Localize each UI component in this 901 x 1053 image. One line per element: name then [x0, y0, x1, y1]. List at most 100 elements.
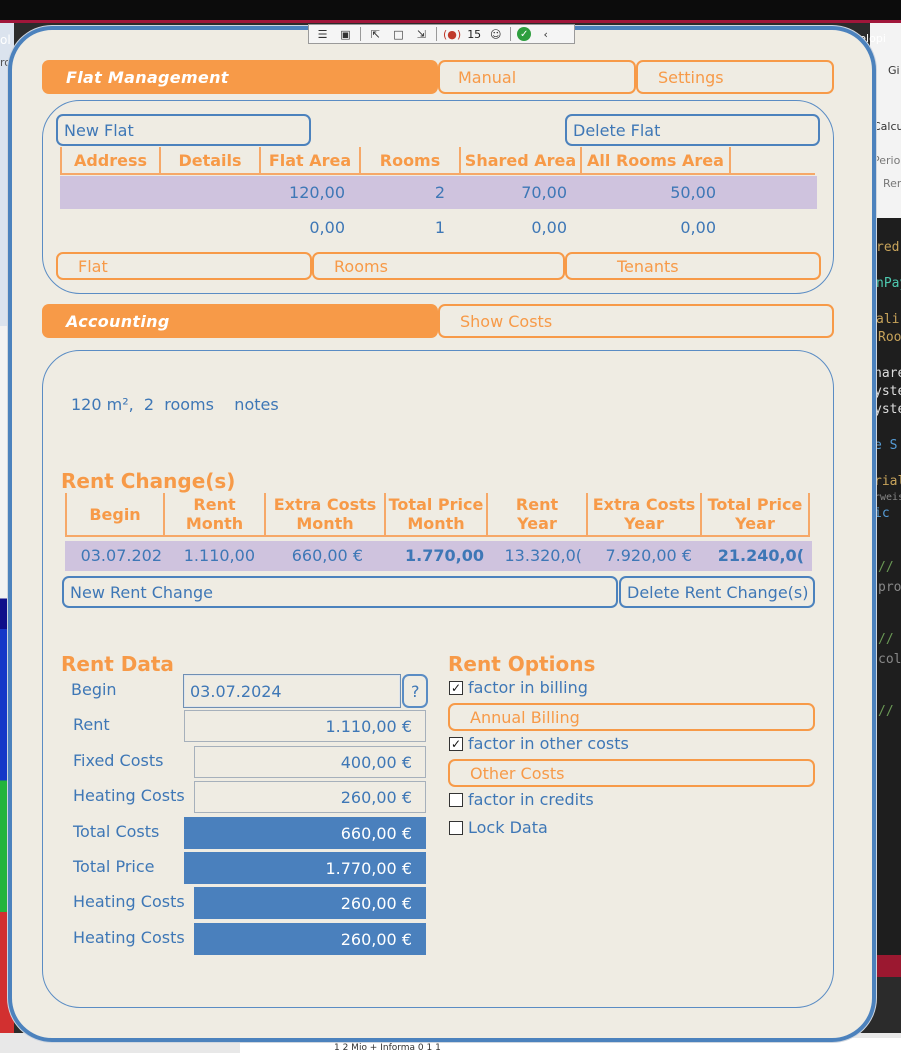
- fixed-costs-label: Fixed Costs: [73, 751, 164, 770]
- tab-accounting[interactable]: Accounting: [42, 304, 438, 338]
- column-header-all-rooms-area[interactable]: All Rooms Area: [582, 147, 731, 175]
- table-cell-all-rooms-area: 50,00: [670, 183, 716, 202]
- fixed-costs-field[interactable]: 400,00 €: [194, 746, 426, 778]
- begin-date-field[interactable]: 03.07.2024: [183, 674, 401, 708]
- factor-in-credits-label[interactable]: factor in credits: [468, 790, 594, 809]
- column-header-line: Extra Costs: [273, 495, 377, 514]
- bg-code-line: col: [878, 652, 901, 667]
- tenants-button[interactable]: Tenants: [565, 252, 821, 280]
- delete-flat-button[interactable]: Delete Flat: [565, 114, 820, 146]
- tab-settings[interactable]: Settings: [636, 60, 834, 94]
- table-cell-total-price-year: 21.240,0(: [717, 546, 804, 565]
- other-costs-button[interactable]: Other Costs: [448, 759, 815, 787]
- column-header-line: Rent: [193, 495, 236, 514]
- app-window: Flat Management Manual Settings New Flat…: [8, 26, 876, 1042]
- rent-data-title: Rent Data: [61, 652, 174, 676]
- rent-label: Rent: [73, 715, 110, 734]
- column-header-begin[interactable]: Begin: [65, 493, 165, 537]
- column-header-line: Month: [296, 514, 354, 533]
- total-price-field: 1.770,00 €: [184, 852, 426, 884]
- column-header-rent-year[interactable]: Rent Year: [488, 493, 588, 537]
- bg-code-line: //: [878, 560, 894, 575]
- heating-costs-label: Heating Costs: [73, 928, 185, 947]
- column-header-total-price-month[interactable]: Total Price Month: [386, 493, 488, 537]
- bg-code-line: e S: [874, 438, 898, 453]
- heating-costs-field[interactable]: 260,00 €: [194, 781, 426, 813]
- column-header-flat-area[interactable]: Flat Area: [261, 147, 361, 175]
- table-cell-total-price-month: 1.770,00: [405, 546, 484, 565]
- table-cell-extra-costs-month: 660,00 €: [291, 546, 363, 565]
- bg-code-line: yste: [874, 384, 901, 399]
- column-header-total-price-year[interactable]: Total Price Year: [702, 493, 810, 537]
- table-cell-shared-area: 70,00: [521, 183, 567, 202]
- tab-manual[interactable]: Manual: [438, 60, 636, 94]
- check-ok-icon[interactable]: ✓: [517, 27, 532, 41]
- binding-errors-icon[interactable]: (●): [443, 27, 461, 41]
- show-costs-button[interactable]: Show Costs: [438, 304, 834, 338]
- bg-code-line: pro: [878, 580, 901, 595]
- bg-code-line: //: [878, 632, 894, 647]
- factor-in-billing-label[interactable]: factor in billing: [468, 678, 588, 697]
- lock-data-checkbox[interactable]: [449, 821, 463, 835]
- lock-data-label[interactable]: Lock Data: [468, 818, 548, 837]
- layout-adorner-icon[interactable]: □: [390, 27, 407, 41]
- table-cell-extra-costs-year: 7.920,00 €: [605, 546, 692, 565]
- flat-button[interactable]: Flat: [56, 252, 312, 280]
- column-header-line: Month: [407, 514, 465, 533]
- bg-code-line: rial: [874, 474, 901, 489]
- rent-field[interactable]: 1.110,00 €: [184, 710, 426, 742]
- column-header-address[interactable]: Address: [60, 147, 161, 175]
- select-element-icon[interactable]: ⇱: [367, 27, 384, 41]
- toolbar-divider: [510, 27, 512, 41]
- delete-rent-change-button[interactable]: Delete Rent Change(s): [619, 576, 815, 608]
- chevron-left-icon[interactable]: ‹: [537, 27, 554, 41]
- column-header-line: Begin: [89, 504, 141, 524]
- column-header-line: Extra Costs: [592, 495, 696, 514]
- bg-code-line: red: [876, 240, 900, 255]
- help-button[interactable]: ?: [402, 674, 428, 708]
- column-header-line: Month: [185, 514, 244, 533]
- toolbar-divider: [436, 27, 437, 41]
- bg-code-line: Roo: [878, 330, 901, 345]
- factor-in-other-costs-label[interactable]: factor in other costs: [468, 734, 629, 753]
- column-header-rooms[interactable]: Rooms: [361, 147, 461, 175]
- begin-label: Begin: [71, 680, 117, 699]
- bg-code-line: //: [878, 704, 894, 719]
- table-cell-rent-month: 1.110,00: [183, 546, 255, 565]
- bg-text-right-item: Calcu: [873, 120, 901, 133]
- camera-icon[interactable]: ▣: [337, 27, 354, 41]
- annual-billing-button[interactable]: Annual Billing: [448, 703, 815, 731]
- column-header-line: Total Price: [388, 495, 484, 514]
- tab-flat-management[interactable]: Flat Management: [42, 60, 438, 94]
- table-cell-rooms: 2: [434, 183, 445, 202]
- bg-code-line: ic: [874, 506, 890, 521]
- heating-costs-label: Heating Costs: [73, 786, 185, 805]
- binding-errors-count: 15: [467, 27, 482, 41]
- column-header-rent-month[interactable]: Rent Month: [165, 493, 266, 537]
- rooms-button[interactable]: Rooms: [312, 252, 565, 280]
- column-header-extra-costs-month[interactable]: Extra Costs Month: [266, 493, 386, 537]
- table-cell-rent-year: 13.320,0(: [504, 546, 583, 565]
- table-row[interactable]: [60, 210, 817, 243]
- track-focus-icon[interactable]: ⇲: [413, 27, 430, 41]
- live-tree-icon[interactable]: ☰: [314, 27, 331, 41]
- factor-in-credits-checkbox[interactable]: [449, 793, 463, 807]
- rent-changes-title: Rent Change(s): [61, 469, 236, 493]
- bg-code-line: nPay: [876, 276, 901, 291]
- factor-in-other-costs-checkbox[interactable]: ✓: [449, 737, 463, 751]
- table-cell-begin: 03.07.202: [80, 546, 162, 565]
- heating-costs-field: 260,00 €: [194, 887, 426, 919]
- accessibility-icon[interactable]: ☺: [487, 27, 504, 41]
- column-header-filler: [731, 147, 815, 175]
- column-header-details[interactable]: Details: [161, 147, 261, 175]
- bg-text-left-top: ol: [0, 33, 11, 47]
- new-rent-change-button[interactable]: New Rent Change: [62, 576, 618, 608]
- desktop-accent-line: [0, 20, 901, 23]
- new-flat-button[interactable]: New Flat: [56, 114, 311, 146]
- factor-in-billing-checkbox[interactable]: ✓: [449, 681, 463, 695]
- table-cell-flat-area: 120,00: [289, 183, 345, 202]
- column-header-shared-area[interactable]: Shared Area: [461, 147, 582, 175]
- rent-options-title: Rent Options: [448, 652, 596, 676]
- bg-text-right-item: Gi: [888, 64, 900, 77]
- column-header-extra-costs-year[interactable]: Extra Costs Year: [588, 493, 702, 537]
